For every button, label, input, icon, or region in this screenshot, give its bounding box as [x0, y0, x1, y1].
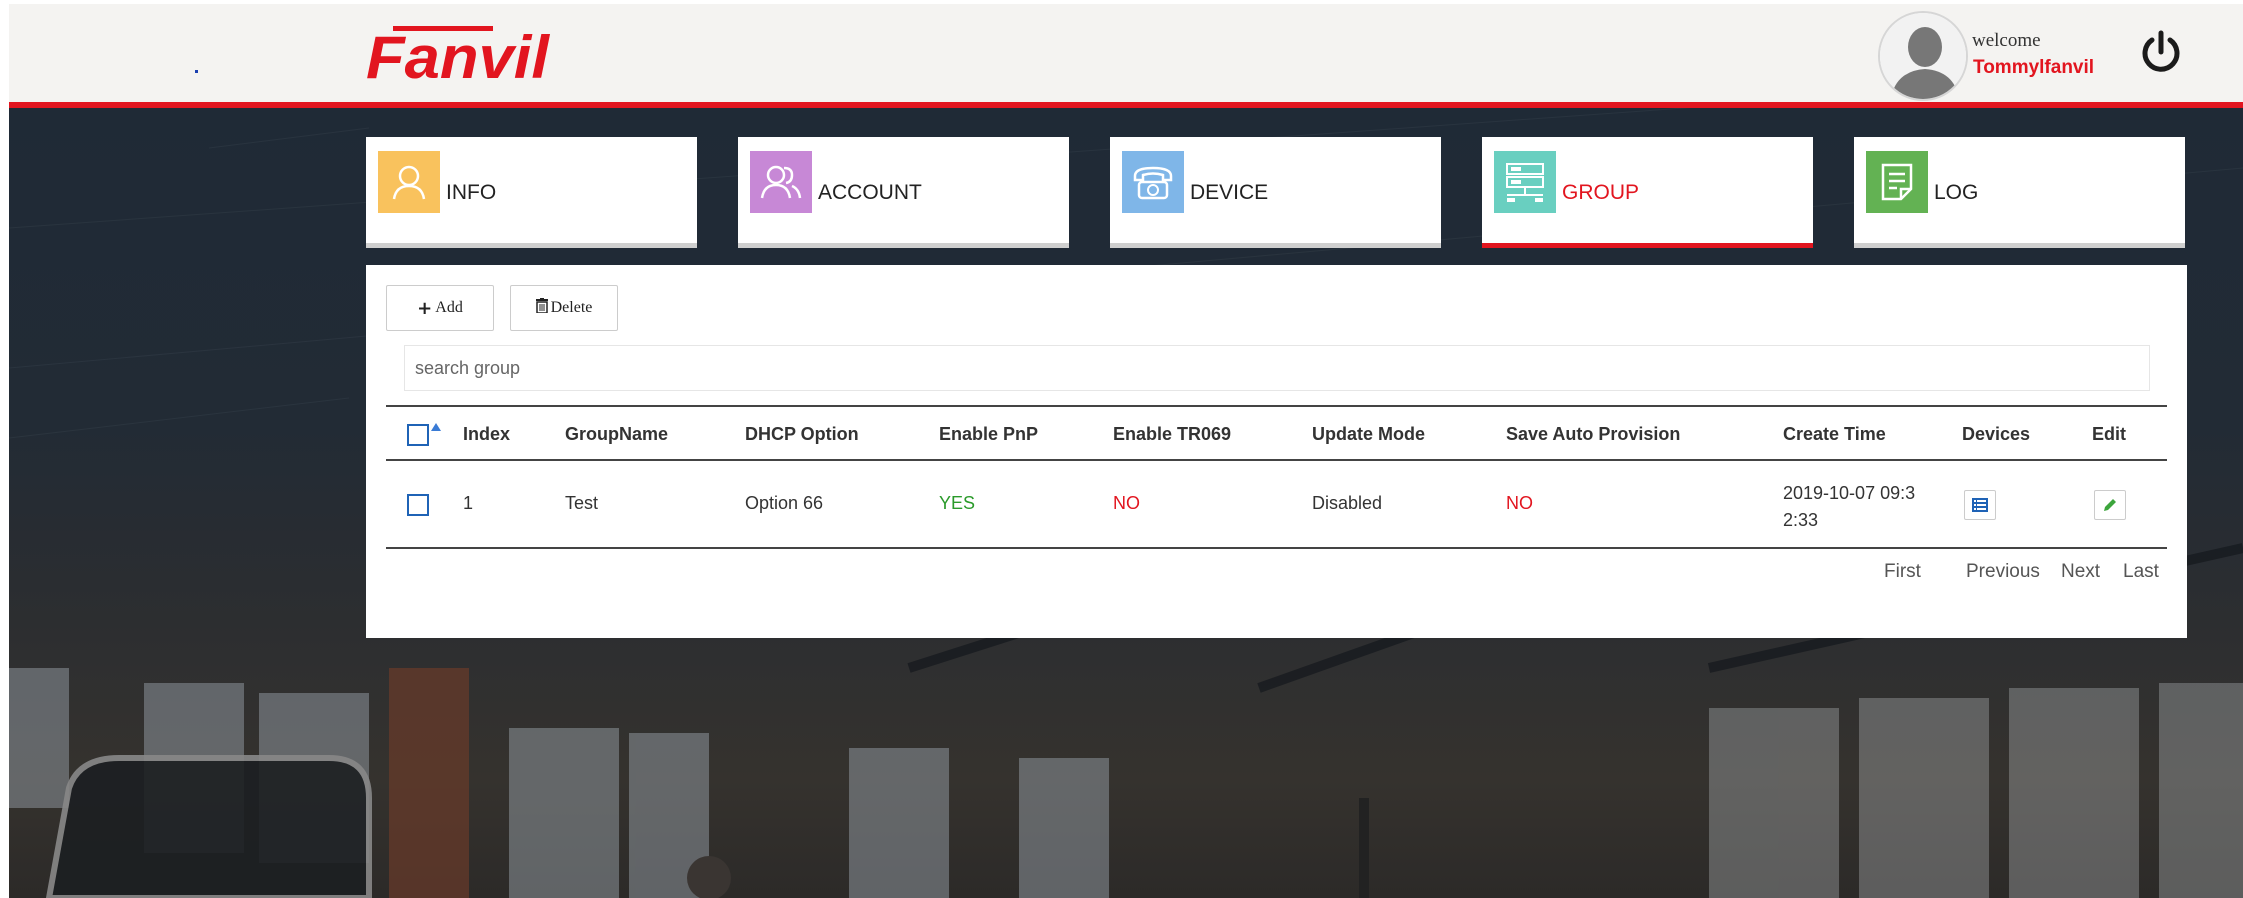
column-header-create-time[interactable]: Create Time	[1783, 424, 1886, 445]
edit-group-button[interactable]	[2094, 490, 2126, 520]
header-divider	[9, 102, 2243, 108]
cell-save-auto-provision: NO	[1506, 493, 1533, 513]
users-icon	[750, 151, 812, 213]
column-header-update-mode[interactable]: Update Mode	[1312, 424, 1425, 445]
nav-tile-info[interactable]: INFO	[366, 137, 697, 248]
add-button[interactable]: + Add	[386, 285, 494, 331]
pagination-last[interactable]: Last	[2123, 561, 2159, 583]
fanvil-logo: Fanvil	[366, 24, 551, 91]
pencil-icon	[2104, 499, 2116, 511]
create-time-line: 2019-10-07 09:3	[1783, 483, 1916, 503]
pagination-next[interactable]: Next	[2061, 561, 2100, 583]
nav-tile-label: DEVICE	[1190, 181, 1269, 204]
column-header-save-auto-provision[interactable]: Save Auto Provision	[1506, 424, 1680, 445]
group-panel: + Add Delete Index GroupName DHCP Option…	[366, 265, 2187, 638]
column-header-dhcp-option[interactable]: DHCP Option	[745, 424, 859, 445]
table-row[interactable]: 1 Test Option 66 YES NO Disabled NO 2019…	[386, 463, 2167, 549]
log-icon	[1866, 151, 1928, 213]
column-header-index[interactable]: Index	[463, 424, 510, 445]
cell-update-mode: Disabled	[1312, 493, 1383, 513]
cell-dhcp-option: Option 66	[745, 493, 824, 513]
logo-text: Fanvil	[366, 26, 550, 82]
column-header-enable-pnp[interactable]: Enable PnP	[939, 424, 1038, 445]
add-button-label: Add	[435, 299, 463, 316]
search-input[interactable]	[404, 345, 2150, 391]
pagination-previous[interactable]: Previous	[1966, 561, 2040, 583]
cell-create-time: 2019-10-07 09:3 2:33	[1783, 480, 1915, 534]
pagination-first[interactable]: First	[1884, 561, 1921, 583]
plus-icon: +	[417, 297, 433, 319]
telephone-icon	[1122, 151, 1184, 213]
column-header-devices: Devices	[1962, 424, 2031, 444]
power-icon[interactable]	[2137, 28, 2185, 76]
nav-tile-label: ACCOUNT	[818, 181, 922, 204]
nav-tile-label: LOG	[1934, 181, 1979, 204]
server-icon	[1494, 151, 1556, 213]
avatar[interactable]	[1878, 11, 1968, 101]
nav-tile-group[interactable]: GROUP	[1482, 137, 1813, 248]
nav-tile-log[interactable]: LOG	[1854, 137, 2185, 248]
cell-index: 1	[463, 493, 474, 513]
table-header: Index GroupName DHCP Option Enable PnP E…	[386, 405, 2167, 461]
app-frame: Fanvil welcome Tommylfanvil INFO ACCOUNT	[9, 4, 2243, 898]
column-header-groupname[interactable]: GroupName	[565, 424, 668, 445]
sort-asc-icon[interactable]	[431, 423, 441, 431]
cell-group-name: Test	[565, 493, 599, 513]
column-header-edit: Edit	[2092, 424, 2126, 444]
nav-tile-label: GROUP	[1562, 181, 1640, 204]
select-all-checkbox[interactable]	[407, 424, 429, 446]
column-header-enable-tr069[interactable]: Enable TR069	[1113, 424, 1231, 445]
trash-icon	[535, 298, 548, 318]
nav-tile-account[interactable]: ACCOUNT	[738, 137, 1069, 248]
view-devices-button[interactable]	[1964, 490, 1996, 520]
cell-enable-pnp: YES	[939, 493, 976, 513]
row-checkbox[interactable]	[407, 494, 429, 516]
create-time-line: 2:33	[1783, 510, 1819, 530]
nav-tile-label: INFO	[446, 181, 497, 204]
delete-button-label: Delete	[550, 299, 593, 316]
decorative-dot	[195, 70, 198, 73]
username-label[interactable]: Tommylfanvil	[1973, 57, 2094, 79]
avatar-icon	[1880, 13, 1966, 99]
nav-tile-device[interactable]: DEVICE	[1110, 137, 1441, 248]
delete-button[interactable]: Delete	[510, 285, 618, 331]
welcome-label: welcome	[1972, 30, 2041, 51]
cell-enable-tr069: NO	[1113, 493, 1140, 513]
list-icon	[1972, 498, 1988, 512]
user-icon	[378, 151, 440, 213]
